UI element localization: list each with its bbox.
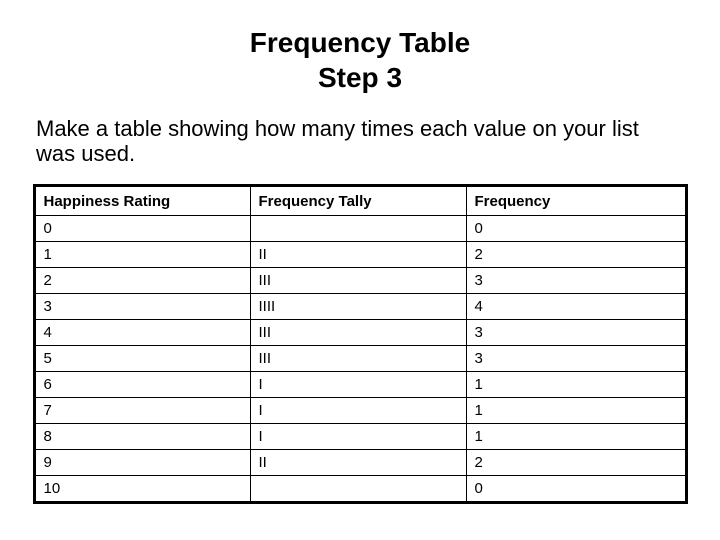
cell-freq: 1 (466, 398, 686, 424)
cell-freq: 1 (466, 424, 686, 450)
cell-tally: I (250, 424, 466, 450)
cell-freq: 3 (466, 268, 686, 294)
table-row: 0 0 (34, 216, 686, 242)
cell-tally: III (250, 346, 466, 372)
cell-rating: 2 (34, 268, 250, 294)
cell-tally: III (250, 320, 466, 346)
cell-freq: 2 (466, 450, 686, 476)
cell-tally: I (250, 372, 466, 398)
cell-tally: IIII (250, 294, 466, 320)
cell-rating: 0 (34, 216, 250, 242)
cell-rating: 5 (34, 346, 250, 372)
page-subtitle: Step 3 (32, 63, 688, 94)
col-header-rating: Happiness Rating (34, 186, 250, 216)
frequency-table: Happiness Rating Frequency Tally Frequen… (33, 184, 688, 504)
table-row: 3 IIII 4 (34, 294, 686, 320)
table-row: 10 0 (34, 476, 686, 503)
cell-tally: II (250, 242, 466, 268)
cell-tally: III (250, 268, 466, 294)
col-header-freq: Frequency (466, 186, 686, 216)
instruction-text: Make a table showing how many times each… (36, 116, 684, 167)
slide: Frequency Table Step 3 Make a table show… (0, 0, 720, 540)
table-row: 6 I 1 (34, 372, 686, 398)
cell-tally (250, 476, 466, 503)
cell-rating: 6 (34, 372, 250, 398)
table-row: 4 III 3 (34, 320, 686, 346)
cell-tally (250, 216, 466, 242)
cell-rating: 3 (34, 294, 250, 320)
cell-rating: 7 (34, 398, 250, 424)
cell-freq: 3 (466, 320, 686, 346)
cell-rating: 10 (34, 476, 250, 503)
cell-freq: 0 (466, 476, 686, 503)
table-header-row: Happiness Rating Frequency Tally Frequen… (34, 186, 686, 216)
cell-rating: 9 (34, 450, 250, 476)
table-row: 7 I 1 (34, 398, 686, 424)
cell-tally: II (250, 450, 466, 476)
cell-freq: 0 (466, 216, 686, 242)
cell-freq: 1 (466, 372, 686, 398)
page-title: Frequency Table (32, 28, 688, 59)
cell-freq: 2 (466, 242, 686, 268)
table-row: 2 III 3 (34, 268, 686, 294)
cell-freq: 3 (466, 346, 686, 372)
table-row: 8 I 1 (34, 424, 686, 450)
table-row: 5 III 3 (34, 346, 686, 372)
table-row: 1 II 2 (34, 242, 686, 268)
col-header-tally: Frequency Tally (250, 186, 466, 216)
cell-tally: I (250, 398, 466, 424)
table-row: 9 II 2 (34, 450, 686, 476)
cell-rating: 8 (34, 424, 250, 450)
cell-rating: 1 (34, 242, 250, 268)
cell-rating: 4 (34, 320, 250, 346)
cell-freq: 4 (466, 294, 686, 320)
